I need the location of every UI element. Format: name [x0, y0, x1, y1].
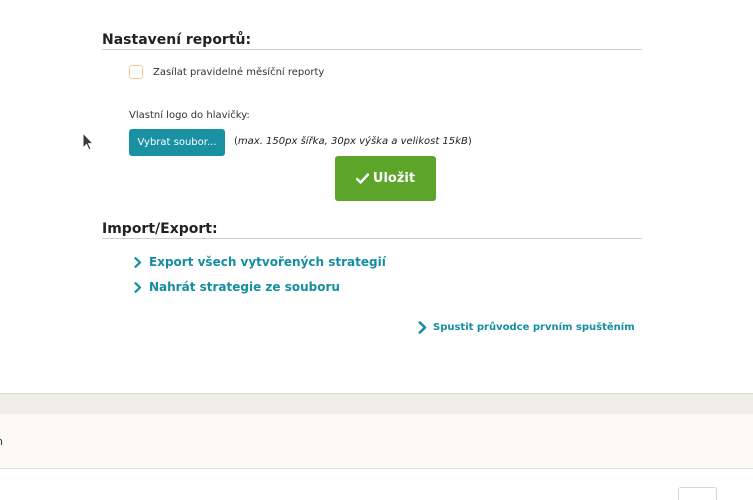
- import-export-section-title: Import/Export:: [102, 221, 642, 239]
- monthly-reports-row[interactable]: Zasílat pravidelné měsíční reporty: [129, 64, 324, 80]
- checkmark-icon: [355, 173, 369, 184]
- footer-divider-band: [0, 393, 753, 415]
- save-button-label: Uložit: [372, 171, 416, 186]
- file-hint-text: max. 150px šířka, 30px výška a velikost …: [237, 136, 468, 147]
- start-wizard-link[interactable]: Spustit průvodce prvním spuštěním: [418, 321, 635, 334]
- footer-text-fragment: n: [0, 435, 3, 448]
- footer-panel: [0, 414, 753, 469]
- monthly-reports-checkbox[interactable]: [129, 65, 143, 79]
- pagination-button[interactable]: [678, 487, 717, 500]
- save-button[interactable]: Uložit: [335, 156, 436, 201]
- chevron-right-icon: [134, 256, 142, 268]
- reports-section-title: Nastavení reportů:: [102, 32, 642, 50]
- upload-strategies-label: Nahrát strategie ze souboru: [149, 280, 340, 294]
- mouse-cursor-icon: [82, 132, 94, 151]
- start-wizard-label: Spustit průvodce prvním spuštěním: [433, 322, 635, 333]
- upload-strategies-link[interactable]: Nahrát strategie ze souboru: [134, 280, 340, 294]
- logo-label: Vlastní logo do hlavičky:: [129, 110, 250, 121]
- chevron-right-icon: [134, 281, 142, 293]
- monthly-reports-label: Zasílat pravidelné měsíční reporty: [153, 66, 325, 78]
- export-strategies-label: Export všech vytvořených strategií: [149, 255, 386, 269]
- export-strategies-link[interactable]: Export všech vytvořených strategií: [134, 255, 386, 269]
- file-hint: (max. 150px šířka, 30px výška a velikost…: [234, 136, 472, 147]
- file-hint-close: ): [467, 136, 472, 147]
- chevron-right-icon: [418, 321, 427, 334]
- settings-page: Nastavení reportů: Zasílat pravidelné mě…: [0, 0, 753, 500]
- choose-file-button[interactable]: Vybrat soubor...: [129, 129, 225, 156]
